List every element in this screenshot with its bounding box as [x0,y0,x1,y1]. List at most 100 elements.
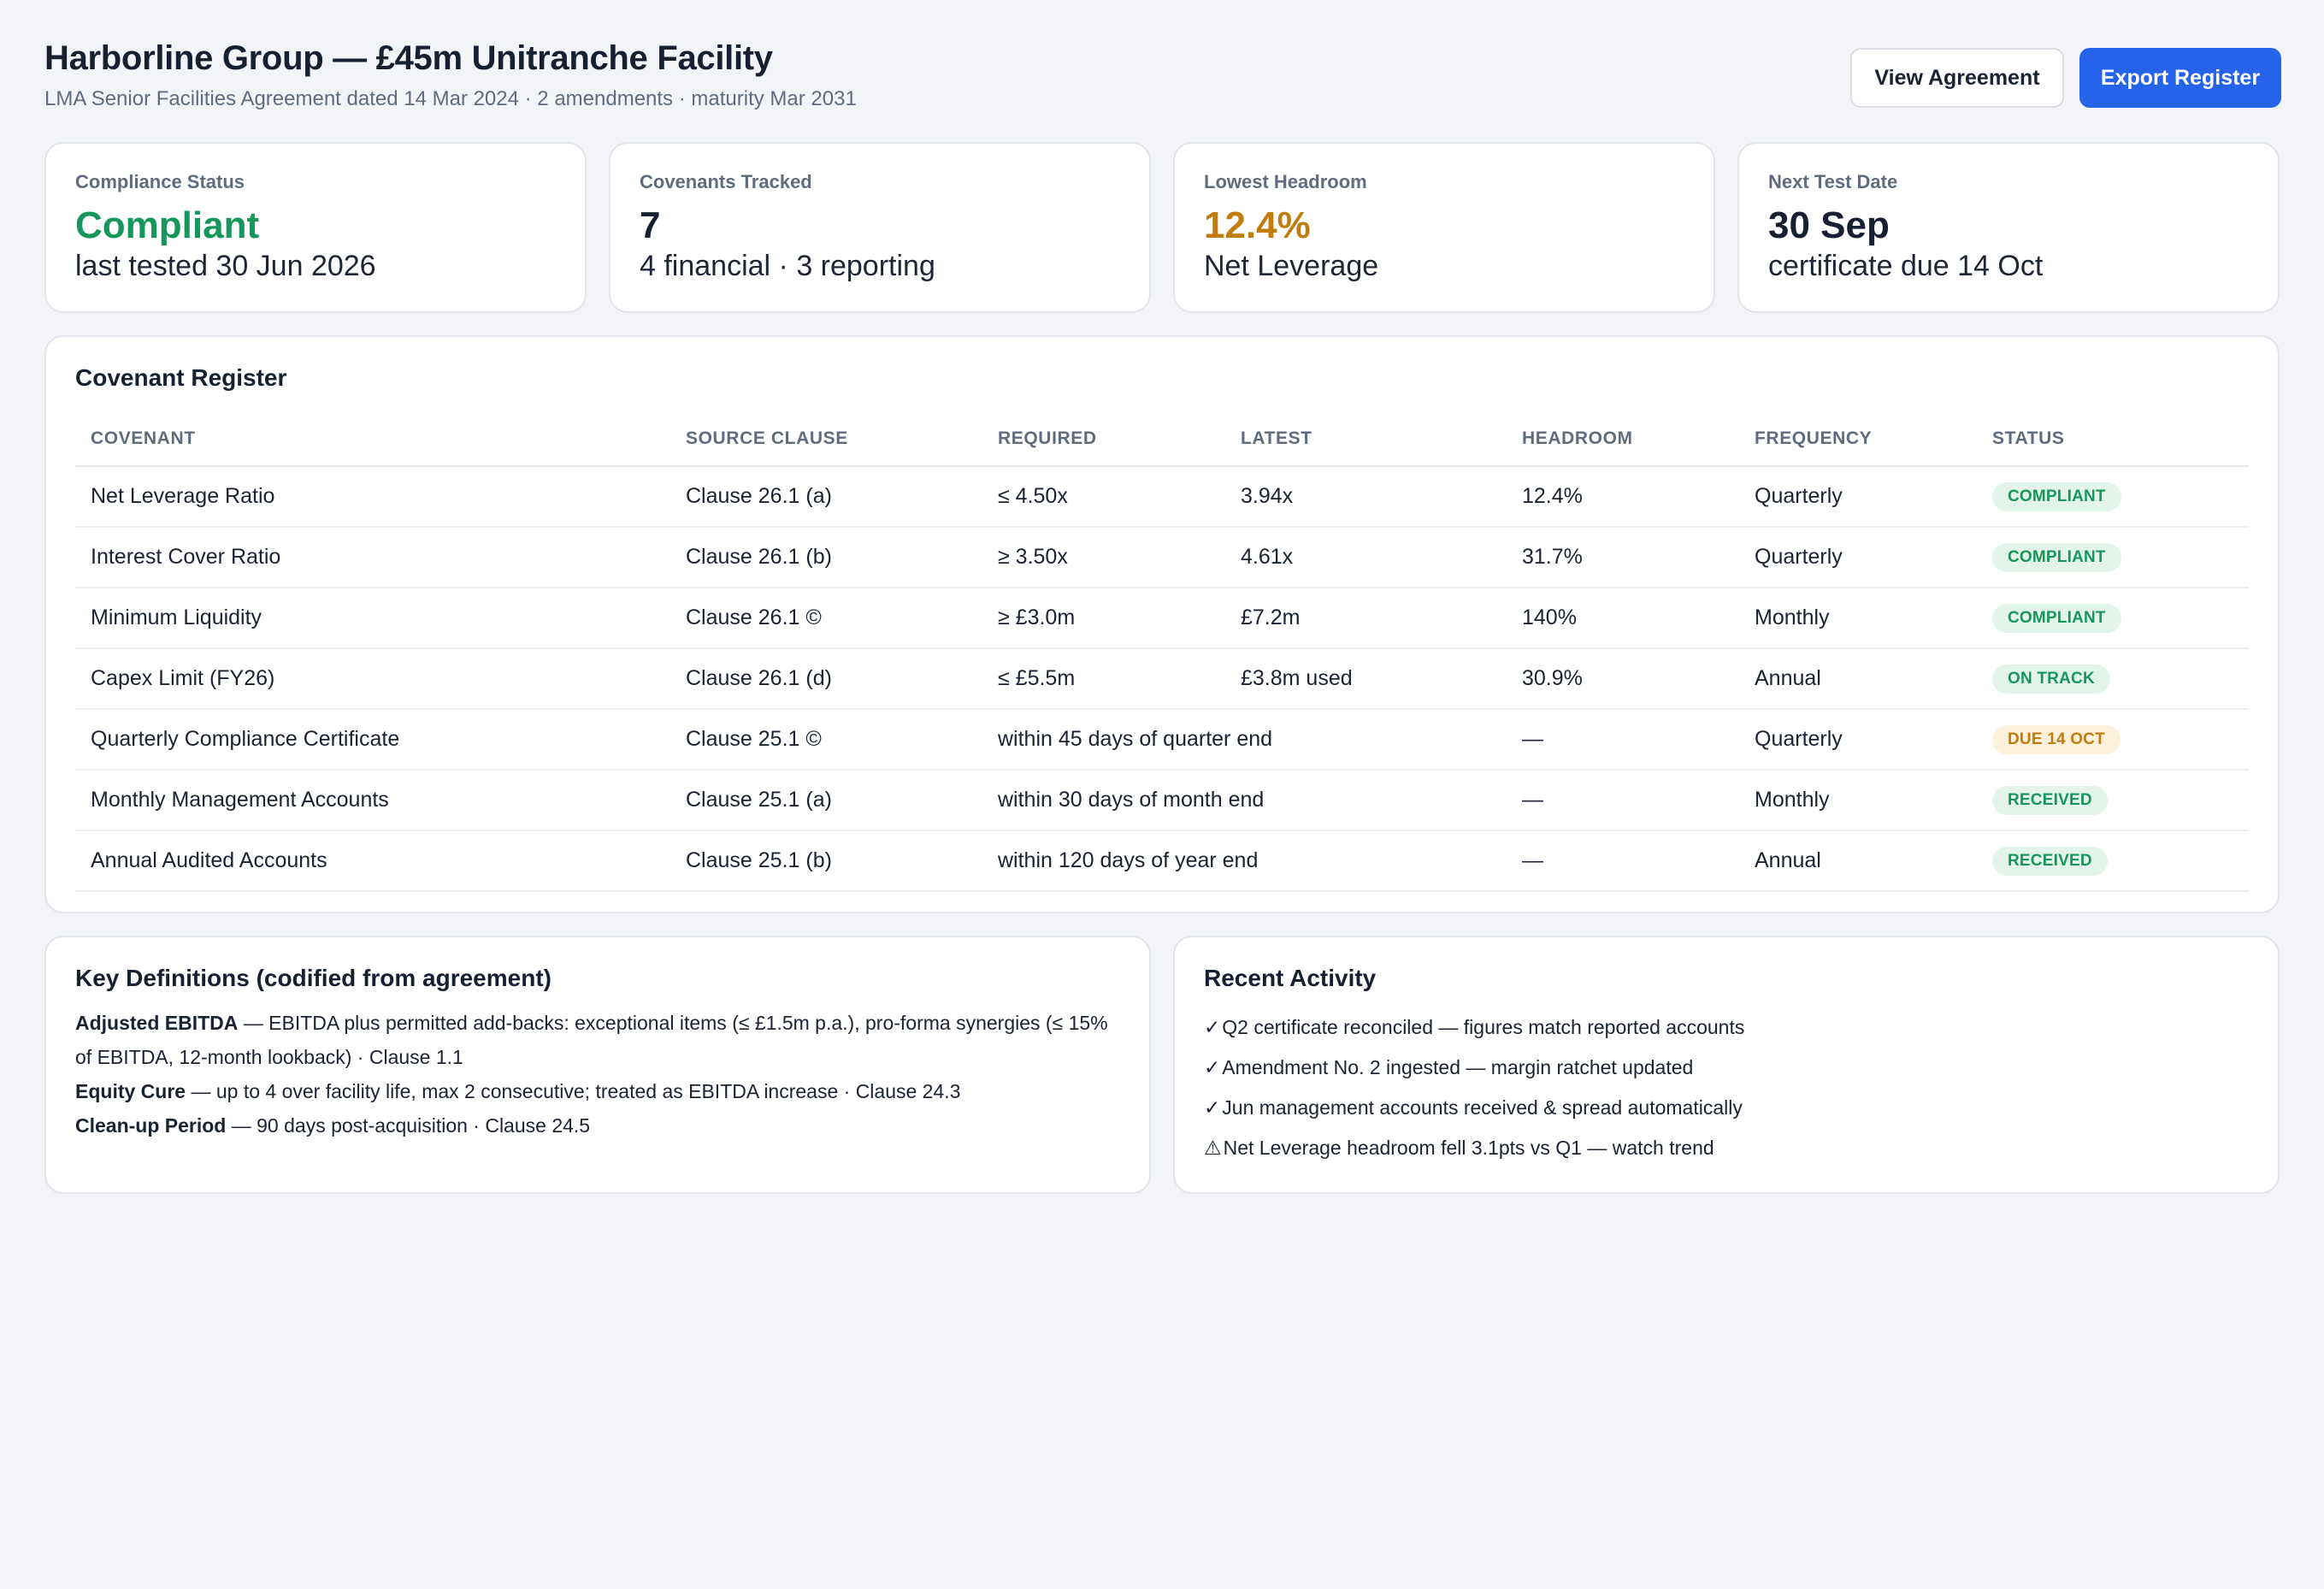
definitions-list: Adjusted EBITDA — EBITDA plus permitted … [75,1006,1118,1143]
check-icon: ✓ [1204,1056,1221,1078]
kpi-card-lowest-headroom: Lowest Headroom 12.4% Net Leverage [1173,142,1715,313]
column-header-covenant: COVENANT [75,412,670,467]
cell-status: COMPLIANT [1977,527,2249,588]
table-row[interactable]: Capex Limit (FY26) Clause 26.1 (d) ≤ £5.… [75,648,2249,710]
cell-clause: Clause 26.1 (a) [670,466,982,528]
activity-text: Net Leverage headroom fell 3.1pts vs Q1 … [1223,1137,1714,1159]
cell-clause: Clause 26.1 (b) [670,527,982,588]
cell-required: ≤ £5.5m [982,648,1225,710]
table-row[interactable]: Interest Cover Ratio Clause 26.1 (b) ≥ 3… [75,527,2249,588]
cell-status: COMPLIANT [1977,588,2249,649]
key-definitions-card: Key Definitions (codified from agreement… [44,936,1151,1194]
table-row[interactable]: Minimum Liquidity Clause 26.1 © ≥ £3.0m … [75,588,2249,649]
covenant-register-card: Covenant Register COVENANT SOURCE CLAUSE… [44,335,2280,913]
cell-covenant: Minimum Liquidity [75,588,670,649]
activity-list: ✓Q2 certificate reconciled — figures mat… [1204,1007,2247,1168]
cell-frequency: Monthly [1739,770,1977,831]
table-row[interactable]: Quarterly Compliance Certificate Clause … [75,709,2249,771]
warning-icon: ⚠ [1204,1137,1222,1159]
status-badge: COMPLIANT [1992,542,2121,572]
section-title: Recent Activity [1204,965,1377,991]
covenant-table: COVENANT SOURCE CLAUSE REQUIRED LATEST H… [75,412,2249,892]
cell-required: ≥ £3.0m [982,588,1225,649]
kpi-card-next-test-date: Next Test Date 30 Sep certificate due 14… [1737,142,2280,313]
activity-text: Amendment No. 2 ingested — margin ratche… [1222,1056,1694,1078]
table-row[interactable]: Annual Audited Accounts Clause 25.1 (b) … [75,830,2249,892]
definition-text: — up to 4 over facility life, max 2 cons… [186,1080,961,1102]
cell-required: ≥ 3.50x [982,527,1225,588]
cell-headroom: — [1507,709,1739,771]
cell-required: within 30 days of month end [982,770,1507,831]
view-agreement-button[interactable]: View Agreement [1850,48,2064,108]
cell-clause: Clause 25.1 © [670,709,982,771]
activity-item: ✓Q2 certificate reconciled — figures mat… [1204,1007,2247,1048]
kpi-card-compliance-status: Compliance Status Compliant last tested … [44,142,587,313]
covenant-dashboard: Harborline Group — £45m Unitranche Facil… [0,0,2324,1589]
cell-frequency: Quarterly [1739,466,1977,528]
kpi-label: Lowest Headroom [1204,171,1367,192]
activity-item: ⚠Net Leverage headroom fell 3.1pts vs Q1… [1204,1128,2247,1168]
cell-headroom: 12.4% [1507,466,1739,528]
definition-term: Clean-up Period [75,1114,227,1137]
status-badge: DUE 14 OCT [1992,724,2121,754]
kpi-subtext: certificate due 14 Oct [1768,250,2044,282]
definition-item: Clean-up Period — 90 days post-acquisiti… [75,1108,1118,1143]
recent-activity-card: Recent Activity ✓Q2 certificate reconcil… [1173,936,2280,1194]
cell-covenant: Monthly Management Accounts [75,770,670,831]
cell-headroom: — [1507,770,1739,831]
activity-text: Jun management accounts received & sprea… [1222,1096,1743,1119]
check-icon: ✓ [1204,1096,1221,1119]
cell-latest: 3.94x [1225,466,1507,528]
cell-status: DUE 14 OCT [1977,709,2249,771]
kpi-card-covenants-tracked: Covenants Tracked 7 4 financial · 3 repo… [609,142,1151,313]
cell-headroom: 140% [1507,588,1739,649]
definition-term: Equity Cure [75,1080,186,1102]
kpi-label: Covenants Tracked [640,171,812,192]
table-row[interactable]: Net Leverage Ratio Clause 26.1 (a) ≤ 4.5… [75,466,2249,528]
section-title: Covenant Register [75,364,287,391]
cell-frequency: Quarterly [1739,527,1977,588]
cell-status: RECEIVED [1977,770,2249,831]
cell-covenant: Quarterly Compliance Certificate [75,709,670,771]
status-badge: COMPLIANT [1992,603,2121,633]
cell-required: within 45 days of quarter end [982,709,1507,771]
cell-frequency: Annual [1739,830,1977,892]
cell-covenant: Annual Audited Accounts [75,830,670,892]
cell-status: COMPLIANT [1977,466,2249,528]
definition-item: Adjusted EBITDA — EBITDA plus permitted … [75,1006,1118,1074]
cell-frequency: Quarterly [1739,709,1977,771]
cell-clause: Clause 25.1 (b) [670,830,982,892]
export-register-button[interactable]: Export Register [2079,48,2281,108]
cell-clause: Clause 25.1 (a) [670,770,982,831]
kpi-subtext: 4 financial · 3 reporting [640,250,935,282]
cell-covenant: Interest Cover Ratio [75,527,670,588]
page-title: Harborline Group — £45m Unitranche Facil… [44,39,773,77]
status-badge: RECEIVED [1992,846,2108,876]
status-badge: ON TRACK [1992,664,2110,694]
activity-item: ✓Jun management accounts received & spre… [1204,1088,2247,1128]
cell-status: RECEIVED [1977,830,2249,892]
kpi-value: 30 Sep [1768,204,1890,246]
table-row[interactable]: Monthly Management Accounts Clause 25.1 … [75,770,2249,831]
cell-covenant: Net Leverage Ratio [75,466,670,528]
kpi-label: Compliance Status [75,171,245,192]
kpi-value: Compliant [75,204,260,246]
cell-clause: Clause 26.1 © [670,588,982,649]
cell-clause: Clause 26.1 (d) [670,648,982,710]
kpi-subtext: last tested 30 Jun 2026 [75,250,376,282]
column-header-headroom: HEADROOM [1507,412,1739,467]
column-header-required: REQUIRED [982,412,1225,467]
page-header: Harborline Group — £45m Unitranche Facil… [44,39,2281,116]
cell-headroom: — [1507,830,1739,892]
cell-covenant: Capex Limit (FY26) [75,648,670,710]
activity-text: Q2 certificate reconciled — figures matc… [1222,1016,1745,1038]
cell-required: ≤ 4.50x [982,466,1225,528]
column-header-frequency: FREQUENCY [1739,412,1977,467]
cell-headroom: 30.9% [1507,648,1739,710]
cell-frequency: Annual [1739,648,1977,710]
kpi-label: Next Test Date [1768,171,1898,192]
check-icon: ✓ [1204,1016,1221,1038]
status-badge: RECEIVED [1992,785,2108,815]
column-header-status: STATUS [1977,412,2249,467]
definition-item: Equity Cure — up to 4 over facility life… [75,1074,1118,1108]
